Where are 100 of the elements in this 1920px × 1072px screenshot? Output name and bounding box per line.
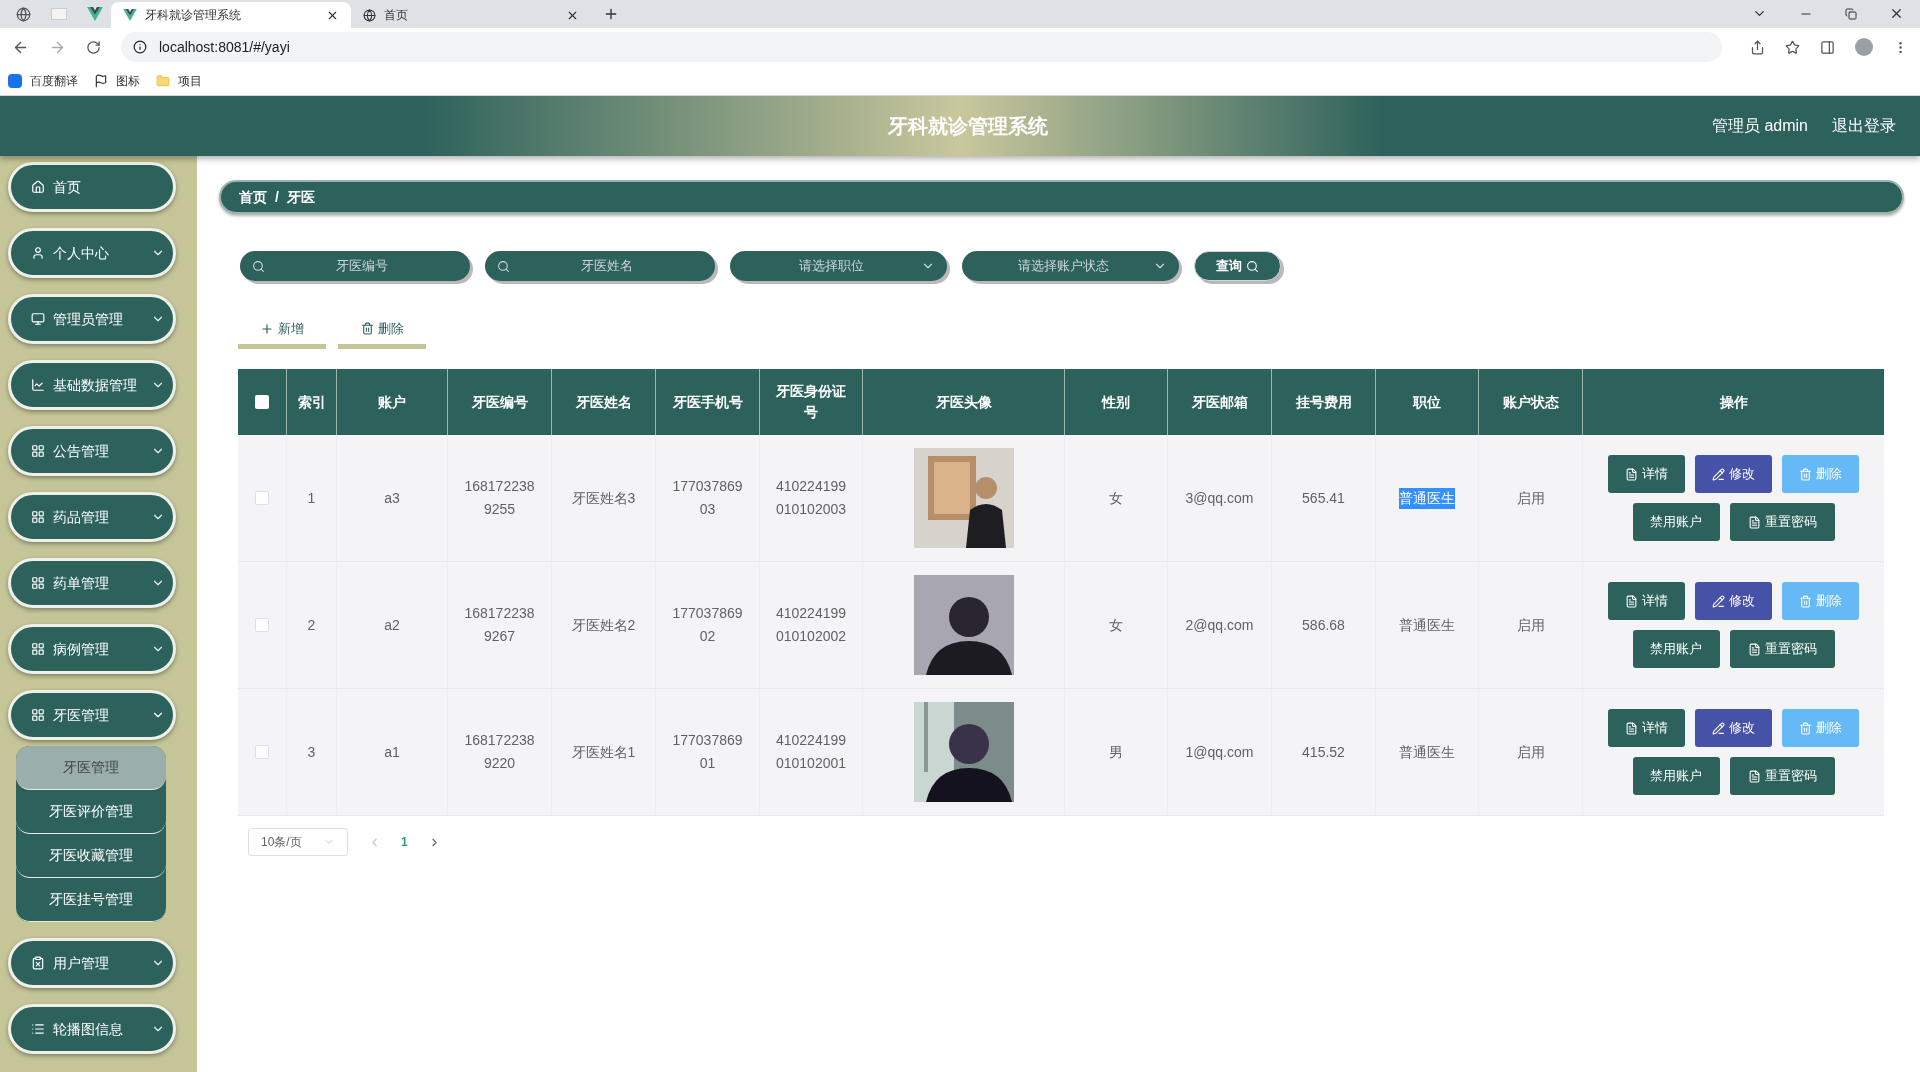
column-header: 账户	[378, 392, 406, 412]
search-field[interactable]: 牙医姓名	[485, 251, 715, 281]
table-cell-text: 2@qq.com	[1185, 615, 1254, 635]
share-icon[interactable]	[1750, 39, 1765, 55]
table-cell-text: 586.68	[1302, 615, 1345, 635]
table-cell-text: 410224199010102001	[774, 731, 848, 773]
sidebar-item[interactable]: 牙医管理	[8, 690, 176, 740]
browser-tab[interactable]: 牙科就诊管理系统	[111, 2, 351, 28]
disable-button[interactable]: 禁用账户	[1632, 757, 1720, 795]
column-header: 牙医姓名	[575, 392, 632, 412]
pencil-icon	[1712, 594, 1725, 608]
submenu-item[interactable]: 牙医管理	[16, 746, 166, 790]
globe-icon	[363, 8, 376, 22]
address-bar[interactable]: localhost:8081/#/yayi	[121, 32, 1722, 62]
restore-icon[interactable]	[1845, 8, 1857, 20]
column-header: 挂号费用	[1295, 392, 1352, 412]
table-cell-text: 3	[307, 742, 316, 762]
table-cell-text: a2	[384, 615, 400, 635]
reset-button[interactable]: 重置密码	[1729, 757, 1835, 795]
table-cell-text: 3@qq.com	[1185, 488, 1254, 508]
submenu-item[interactable]: 牙医评价管理	[16, 790, 166, 834]
row-checkbox[interactable]	[255, 618, 269, 632]
delete-button[interactable]: 删除	[338, 313, 426, 349]
page-size-select[interactable]: 10条/页	[248, 828, 348, 856]
table-cell-text: 女	[1109, 615, 1123, 635]
column-header: 职位	[1413, 392, 1441, 412]
search-field[interactable]: 牙医编号	[240, 251, 470, 281]
document-icon	[1625, 721, 1638, 735]
bookmark[interactable]: 图标	[94, 71, 140, 90]
close-icon[interactable]	[1889, 6, 1904, 21]
pencil-icon	[1712, 721, 1725, 735]
table-cell-text: 1681722389220	[463, 731, 536, 773]
table-cell-text: 410224199010102003	[774, 477, 848, 519]
sidebar-item[interactable]: 基础数据管理	[8, 360, 176, 410]
table-cell-text: 启用	[1516, 742, 1545, 762]
column-header: 操作	[1719, 392, 1748, 412]
star-icon[interactable]	[1785, 39, 1800, 55]
query-button[interactable]: 查询	[1194, 251, 1281, 281]
breadcrumb-item[interactable]: 首页	[239, 186, 267, 208]
reload-icon[interactable]	[86, 39, 101, 55]
column-header: 牙医手机号	[672, 392, 743, 412]
browser-tab[interactable]: 首页	[351, 2, 591, 28]
globe-icon[interactable]	[16, 7, 31, 22]
tab-title: 首页	[384, 7, 409, 24]
select-field[interactable]: 请选择职位	[730, 251, 947, 281]
bookmark[interactable]: 项目	[156, 71, 202, 90]
table-cell-text: 17703786902	[671, 604, 744, 646]
table-cell-text: 普通医生	[1399, 742, 1455, 762]
sidebar-item[interactable]: 药单管理	[8, 558, 176, 608]
reset-button[interactable]: 重置密码	[1729, 630, 1835, 668]
column-header: 牙医编号	[471, 392, 528, 412]
column-header: 牙医邮箱	[1191, 392, 1248, 412]
sidebar-item[interactable]: 轮播图信息	[8, 1004, 176, 1054]
app-title: 牙科就诊管理系统	[888, 114, 1048, 139]
edit-button[interactable]: 修改	[1695, 582, 1772, 620]
table-cell-text: 启用	[1516, 488, 1545, 508]
sidebar-item[interactable]: 个人中心	[8, 228, 176, 278]
submenu-item[interactable]: 牙医挂号管理	[16, 878, 166, 922]
table-cell-text: 17703786901	[671, 731, 744, 773]
table-cell-text: 17703786903	[671, 477, 744, 519]
vue-logo-icon[interactable]	[87, 7, 103, 21]
column-header: 索引	[297, 392, 326, 412]
table-cell-text: 1	[307, 488, 316, 508]
table-cell-text: a1	[384, 742, 400, 762]
reset-button[interactable]: 重置密码	[1729, 503, 1835, 541]
sidebar-item[interactable]: 病例管理	[8, 624, 176, 674]
sidebar-item[interactable]: 公告管理	[8, 426, 176, 476]
add-button[interactable]: 新增	[238, 313, 326, 349]
submenu-item[interactable]: 牙医收藏管理	[16, 834, 166, 878]
side-panel-icon[interactable]	[1820, 39, 1835, 55]
trash-icon	[1799, 467, 1812, 481]
table-cell-text: 1@qq.com	[1185, 742, 1254, 762]
disable-button[interactable]: 禁用账户	[1632, 630, 1720, 668]
logout-link[interactable]: 退出登录	[1832, 114, 1896, 138]
detail-button[interactable]: 详情	[1608, 455, 1685, 493]
search-icon	[252, 259, 265, 273]
table-cell-text: 牙医姓名2	[571, 615, 636, 635]
table-cell-text: 牙医姓名3	[571, 488, 636, 508]
edit-button[interactable]: 修改	[1695, 455, 1772, 493]
sidebar-item[interactable]: 管理员管理	[8, 294, 176, 344]
detail-button[interactable]: 详情	[1608, 709, 1685, 747]
breadcrumb-item[interactable]: 牙医	[286, 186, 315, 208]
edit-button[interactable]: 修改	[1695, 709, 1772, 747]
detail-button[interactable]: 详情	[1608, 582, 1685, 620]
table-cell-text: 2	[307, 615, 316, 635]
disable-button[interactable]: 禁用账户	[1632, 503, 1720, 541]
sidebar-item[interactable]: 用户管理	[8, 938, 176, 988]
select-all-checkbox[interactable]	[255, 395, 269, 409]
row-checkbox[interactable]	[255, 491, 269, 505]
profile-icon[interactable]	[1855, 38, 1873, 56]
sidebar-item[interactable]: 首页	[8, 162, 176, 212]
bookmark[interactable]: 百度翻译	[8, 71, 78, 90]
column-header: 账户状态	[1502, 392, 1559, 412]
select-field[interactable]: 请选择账户状态	[962, 251, 1179, 281]
table-cell-text: 1681722389267	[463, 604, 536, 646]
sidebar-item[interactable]: 药品管理	[8, 492, 176, 542]
new-tab-icon[interactable]	[603, 6, 619, 22]
folder-icon	[156, 73, 170, 88]
row-checkbox[interactable]	[255, 745, 269, 759]
breadcrumb-separator: /	[275, 187, 279, 207]
